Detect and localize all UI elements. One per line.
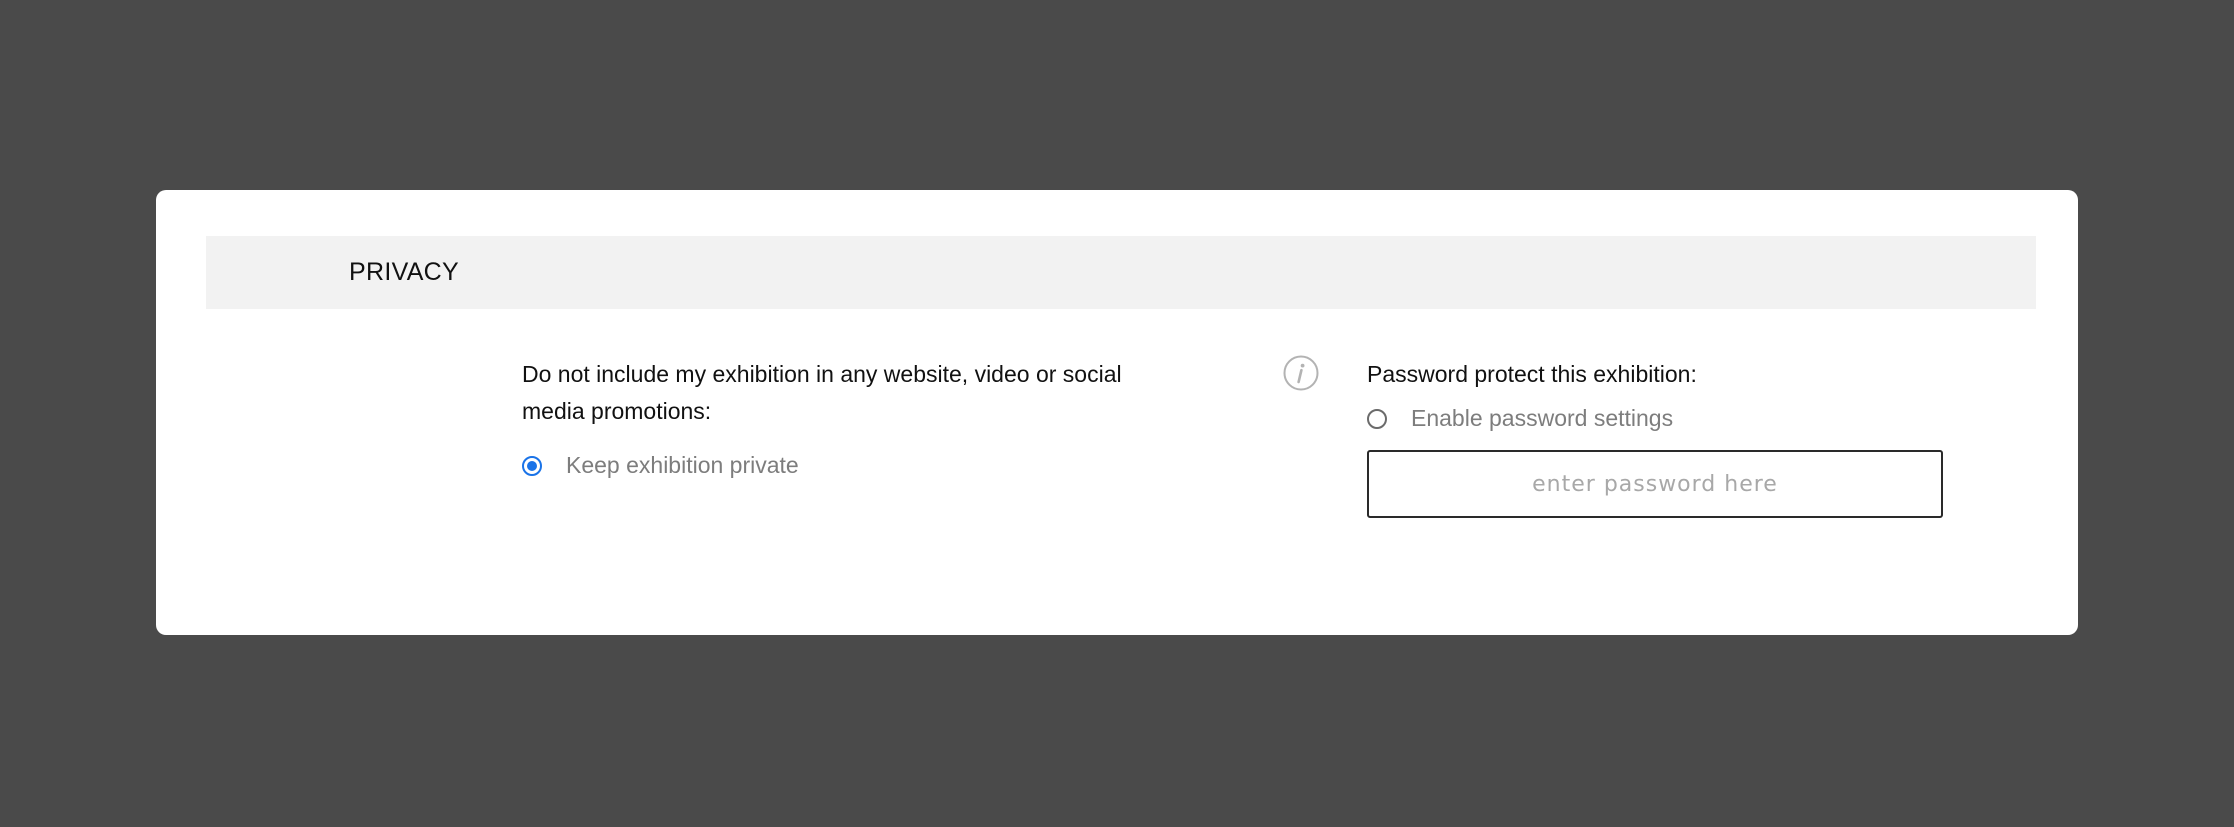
keep-private-option[interactable]: Keep exhibition private [522, 452, 1122, 479]
keep-private-radio[interactable] [522, 455, 542, 476]
promotions-prompt: Do not include my exhibition in any webs… [522, 361, 1122, 424]
password-field-container [1367, 450, 1943, 518]
info-icon[interactable] [1283, 355, 1319, 391]
section-title: PRIVACY [349, 258, 459, 286]
privacy-card: PRIVACY Do not include my exhibition in … [156, 190, 2078, 635]
password-prompt: Password protect this exhibition: [1367, 361, 1697, 387]
promotions-option-group: Do not include my exhibition in any webs… [522, 356, 1122, 479]
keep-private-label[interactable]: Keep exhibition private [566, 452, 799, 479]
enable-password-option[interactable]: Enable password settings [1367, 405, 1967, 432]
enable-password-radio[interactable] [1367, 408, 1387, 429]
password-input[interactable] [1369, 452, 1941, 516]
password-option-group: Password protect this exhibition: Enable… [1367, 356, 1967, 518]
enable-password-label[interactable]: Enable password settings [1411, 405, 1673, 432]
section-header: PRIVACY [206, 236, 2036, 309]
